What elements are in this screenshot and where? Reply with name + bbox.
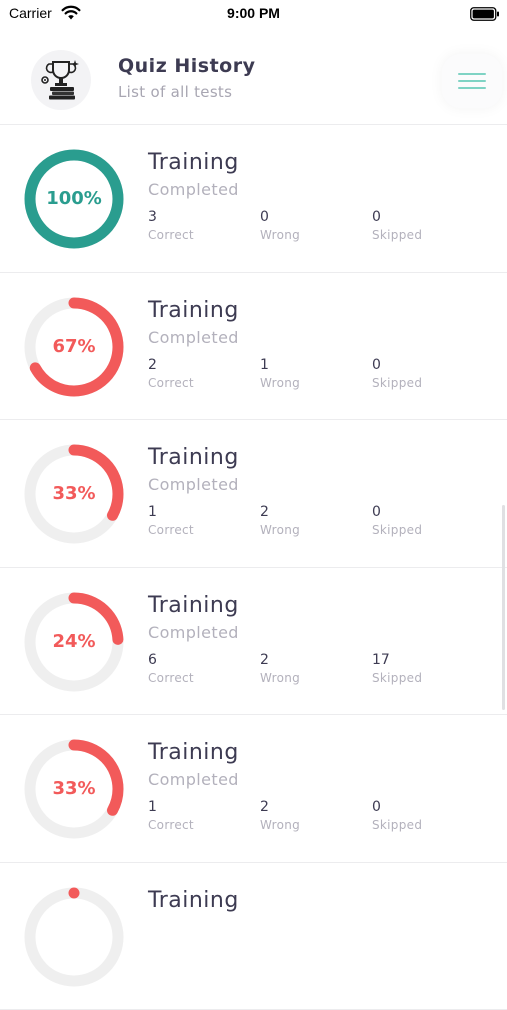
skipped-label: Skipped — [372, 376, 422, 390]
correct-stat: 2 Correct — [148, 357, 194, 390]
quiz-title: Training — [148, 298, 239, 323]
quiz-title: Training — [148, 888, 239, 913]
quiz-history-item[interactable]: Training — [0, 863, 507, 1010]
wrong-stat: 2 Wrong — [260, 799, 300, 832]
skipped-stat: 0 Skipped — [372, 357, 422, 390]
hamburger-icon — [458, 73, 486, 75]
quiz-status: Completed — [148, 770, 239, 789]
quiz-title: Training — [148, 593, 239, 618]
quiz-title: Training — [148, 740, 239, 765]
correct-count: 3 — [148, 209, 194, 225]
correct-count: 1 — [148, 504, 194, 520]
score-percent: 24% — [24, 592, 124, 692]
menu-button[interactable] — [442, 54, 502, 108]
quiz-history-item[interactable]: 24% Training Completed 6 Correct 2 Wrong 17 Skip… — [0, 568, 507, 716]
skipped-stat: 17 Skipped — [372, 652, 422, 685]
skipped-count: 17 — [372, 652, 422, 668]
score-percent — [24, 887, 124, 987]
score-percent: 67% — [24, 297, 124, 397]
correct-count: 6 — [148, 652, 194, 668]
correct-stat: 6 Correct — [148, 652, 194, 685]
quiz-history-item[interactable]: 67% Training Completed 2 Correct 1 Wrong 0 Skipp… — [0, 273, 507, 421]
correct-label: Correct — [148, 671, 194, 685]
quiz-title: Training — [148, 150, 239, 175]
score-percent: 33% — [24, 444, 124, 544]
page-title: Quiz History — [118, 55, 255, 77]
skipped-count: 0 — [372, 357, 422, 373]
wrong-label: Wrong — [260, 376, 300, 390]
score-percent: 100% — [24, 149, 124, 249]
page-subtitle: List of all tests — [118, 83, 232, 101]
quiz-history-item[interactable]: 33% Training Completed 1 Correct 2 Wrong 0 Skipp… — [0, 715, 507, 863]
correct-stat: 1 Correct — [148, 504, 194, 537]
scrollbar[interactable] — [502, 505, 505, 710]
battery-icon — [470, 6, 500, 25]
status-bar: Carrier 9:00 PM — [0, 0, 507, 28]
correct-label: Correct — [148, 228, 194, 242]
skipped-stat: 0 Skipped — [372, 209, 422, 242]
wrong-label: Wrong — [260, 818, 300, 832]
wrong-count: 2 — [260, 504, 300, 520]
skipped-stat: 0 Skipped — [372, 504, 422, 537]
quiz-status: Completed — [148, 623, 239, 642]
wrong-stat: 2 Wrong — [260, 652, 300, 685]
quiz-history-item[interactable]: 100% Training Completed 3 Correct 0 Wrong 0 Skip… — [0, 125, 507, 273]
quiz-title: Training — [148, 445, 239, 470]
skipped-label: Skipped — [372, 228, 422, 242]
skipped-count: 0 — [372, 504, 422, 520]
score-percent: 33% — [24, 739, 124, 839]
skipped-stat: 0 Skipped — [372, 799, 422, 832]
correct-label: Correct — [148, 818, 194, 832]
wrong-count: 2 — [260, 799, 300, 815]
skipped-count: 0 — [372, 799, 422, 815]
skipped-label: Skipped — [372, 671, 422, 685]
correct-label: Correct — [148, 523, 194, 537]
correct-count: 2 — [148, 357, 194, 373]
wrong-count: 1 — [260, 357, 300, 373]
avatar — [31, 50, 91, 110]
wrong-stat: 0 Wrong — [260, 209, 300, 242]
correct-stat: 3 Correct — [148, 209, 194, 242]
wrong-stat: 2 Wrong — [260, 504, 300, 537]
correct-count: 1 — [148, 799, 194, 815]
skipped-label: Skipped — [372, 523, 422, 537]
wrong-count: 0 — [260, 209, 300, 225]
quiz-history-item[interactable]: 33% Training Completed 1 Correct 2 Wrong 0 Skipp… — [0, 420, 507, 568]
wrong-label: Wrong — [260, 523, 300, 537]
wrong-label: Wrong — [260, 671, 300, 685]
quiz-status: Completed — [148, 328, 239, 347]
app-header: Quiz History List of all tests — [0, 40, 507, 125]
quiz-status: Completed — [148, 180, 239, 199]
wrong-label: Wrong — [260, 228, 300, 242]
quiz-history-list: 100% Training Completed 3 Correct 0 Wrong 0 Skip… — [0, 125, 507, 1010]
skipped-label: Skipped — [372, 818, 422, 832]
status-time: 9:00 PM — [0, 5, 507, 21]
wrong-stat: 1 Wrong — [260, 357, 300, 390]
correct-stat: 1 Correct — [148, 799, 194, 832]
quiz-status: Completed — [148, 475, 239, 494]
correct-label: Correct — [148, 376, 194, 390]
wrong-count: 2 — [260, 652, 300, 668]
skipped-count: 0 — [372, 209, 422, 225]
